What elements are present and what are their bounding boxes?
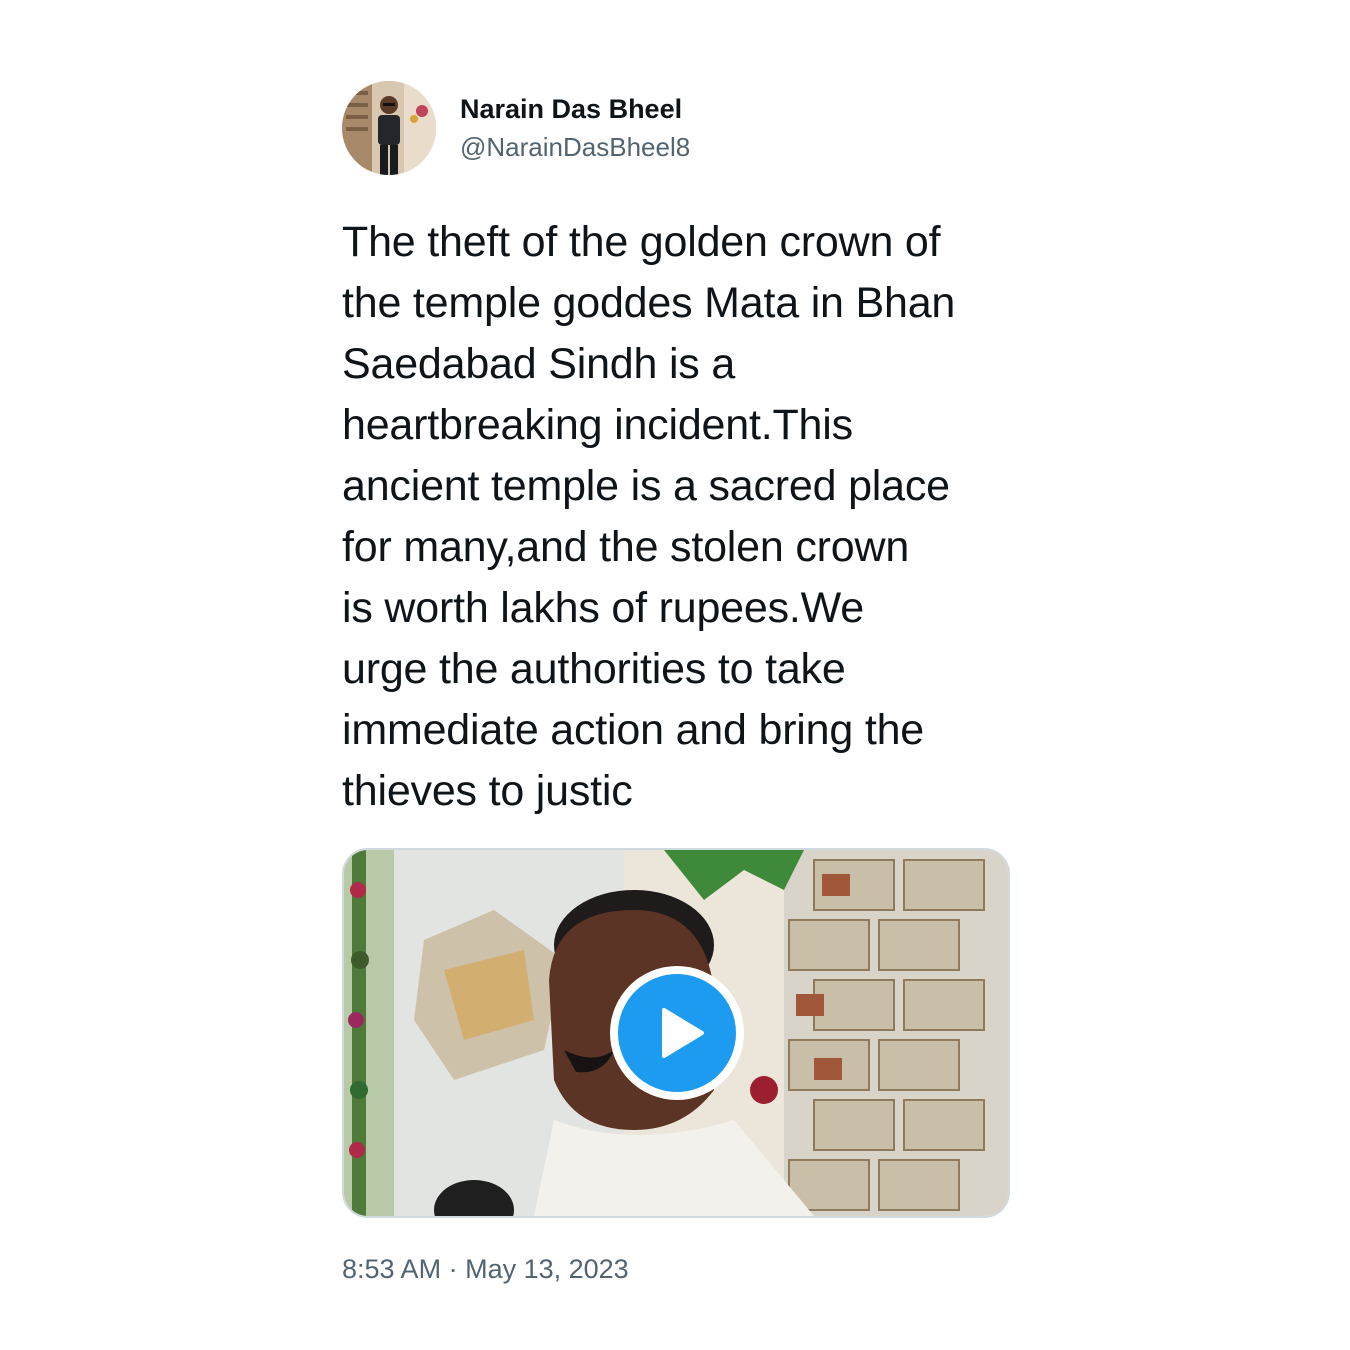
timestamp-separator: · [448,1254,458,1284]
video-thumbnail[interactable] [342,848,1010,1218]
avatar[interactable] [342,81,436,175]
tweet-time[interactable]: 8:53 AM [342,1254,441,1284]
tweet-header: Narain Das Bheel @NarainDasBheel8 [342,80,1008,176]
play-icon [618,974,736,1092]
play-button[interactable] [610,966,744,1100]
tweet-date[interactable]: May 13, 2023 [465,1254,629,1284]
tweet-text: The theft of the golden crown of the tem… [342,218,956,815]
author-names: Narain Das Bheel @NarainDasBheel8 [460,92,690,164]
user-handle[interactable]: @NarainDasBheel8 [460,130,690,164]
tweet-timestamp[interactable]: 8:53 AM · May 13, 2023 [342,1252,1008,1286]
display-name[interactable]: Narain Das Bheel [460,92,690,126]
tweet-card: Narain Das Bheel @NarainDasBheel8 The th… [342,80,1010,1286]
